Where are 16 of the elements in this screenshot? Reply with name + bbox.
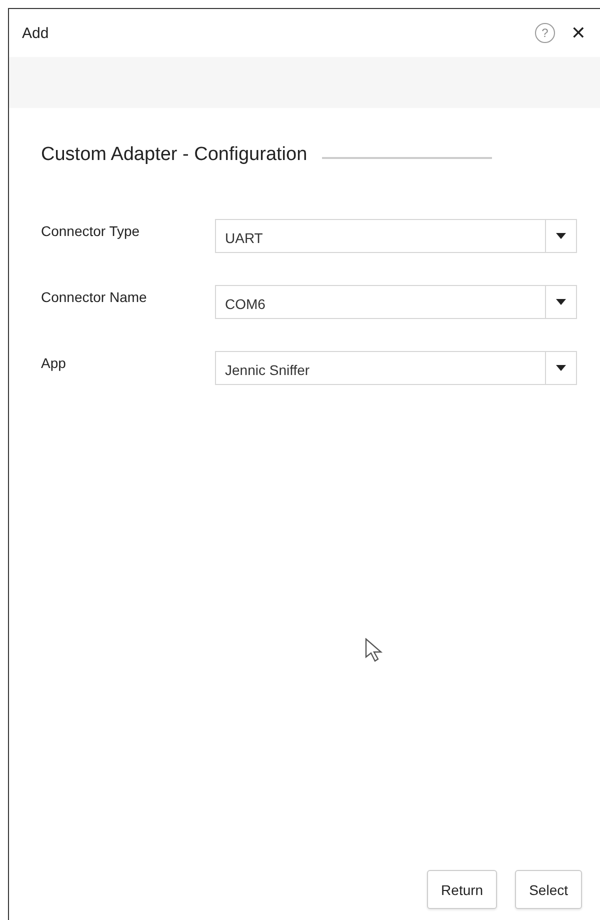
section-title: Custom Adapter - Configuration — [41, 144, 308, 166]
field-label: Connector Type — [41, 222, 141, 239]
return-button[interactable]: Return — [427, 870, 498, 909]
select-button[interactable]: Select — [515, 870, 582, 909]
caret-icon — [556, 365, 566, 371]
help-button[interactable]: ? — [534, 23, 555, 43]
close-button[interactable]: ✕ — [570, 22, 586, 44]
dropdown-field[interactable]: UART — [215, 219, 577, 253]
caret-icon — [556, 299, 566, 305]
field-label: App — [41, 354, 67, 371]
cursor-icon — [365, 638, 385, 664]
dropdown-field[interactable]: Jennic Sniffer — [215, 351, 577, 385]
caret-icon — [556, 233, 566, 239]
dropdown-field[interactable]: COM6 — [215, 285, 577, 319]
field-label: Connector Name — [41, 288, 148, 305]
window-title: Add — [22, 24, 49, 42]
